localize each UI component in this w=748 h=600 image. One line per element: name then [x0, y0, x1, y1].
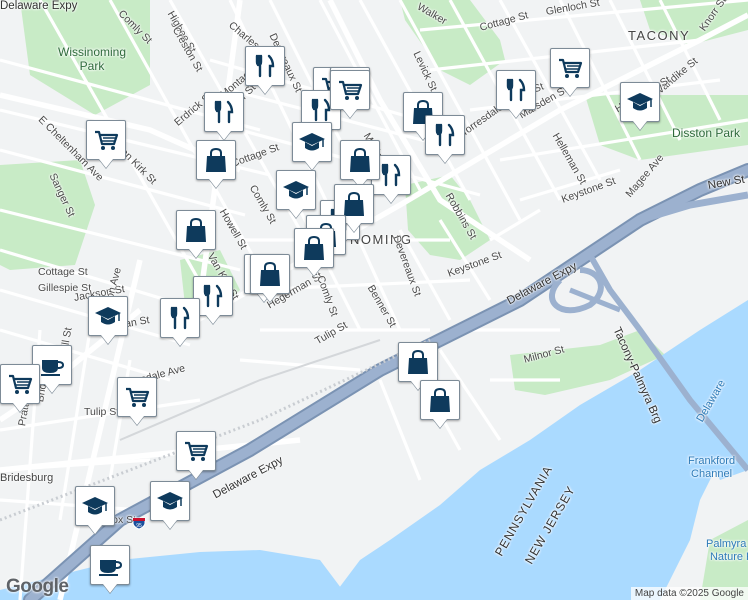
shopping-marker[interactable]: [340, 140, 380, 180]
cafe-marker[interactable]: [90, 545, 130, 585]
shopping-icon: [430, 387, 450, 412]
shopping-icon: [304, 235, 324, 260]
shopping-marker[interactable]: [420, 380, 460, 420]
shopping-icon: [350, 147, 370, 172]
cafe-icon: [99, 560, 123, 576]
school-icon: [95, 307, 121, 325]
grocery-marker[interactable]: [330, 70, 370, 110]
shopping-icon: [344, 191, 364, 216]
shopping-marker[interactable]: [196, 140, 236, 180]
shopping-icon: [186, 217, 206, 242]
school-marker[interactable]: [620, 82, 660, 122]
map-canvas[interactable]: TACONY NOMING Wissinoming Park Disston Park…: [0, 0, 748, 600]
restaurant-icon: [170, 306, 190, 330]
school-icon: [283, 181, 309, 199]
cafe-icon: [41, 360, 65, 376]
restaurant-icon: [203, 284, 223, 308]
grocery-icon: [9, 374, 33, 394]
shopping-marker[interactable]: [176, 210, 216, 250]
grocery-icon: [126, 387, 150, 407]
school-marker[interactable]: [292, 122, 332, 162]
shopping-icon: [206, 147, 226, 172]
grocery-marker[interactable]: [117, 377, 157, 417]
school-icon: [299, 133, 325, 151]
shopping-icon: [260, 261, 280, 286]
restaurant-icon: [381, 163, 401, 187]
grocery-icon: [559, 58, 583, 78]
map-attribution[interactable]: Map data ©2025 Google: [630, 587, 748, 600]
restaurant-marker[interactable]: [245, 46, 285, 86]
school-icon: [82, 497, 108, 515]
school-icon: [627, 93, 653, 111]
restaurant-icon: [435, 123, 455, 147]
shopping-marker[interactable]: [398, 342, 438, 382]
interstate-shield-number: 95: [136, 523, 142, 529]
school-marker[interactable]: [75, 486, 115, 526]
interstate-shield-icon: 95: [132, 517, 146, 530]
school-icon: [157, 492, 183, 510]
grocery-marker[interactable]: [86, 120, 126, 160]
school-marker[interactable]: [150, 481, 190, 521]
google-logo: Google: [6, 576, 69, 597]
grocery-icon: [185, 441, 209, 461]
shopping-marker[interactable]: [294, 228, 334, 268]
grocery-marker[interactable]: [176, 431, 216, 471]
restaurant-marker[interactable]: [496, 70, 536, 110]
grocery-marker[interactable]: [550, 48, 590, 88]
restaurant-marker[interactable]: [425, 115, 465, 155]
shopping-marker[interactable]: [250, 254, 290, 294]
restaurant-marker[interactable]: [160, 298, 200, 338]
shopping-icon: [408, 349, 428, 374]
grocery-icon: [95, 130, 119, 150]
school-marker[interactable]: [276, 170, 316, 210]
school-marker[interactable]: [88, 296, 128, 336]
restaurant-icon: [255, 54, 275, 78]
restaurant-icon: [214, 100, 234, 124]
grocery-marker[interactable]: [0, 364, 40, 404]
grocery-icon: [339, 80, 363, 100]
restaurant-icon: [506, 78, 526, 102]
restaurant-marker[interactable]: [204, 92, 244, 132]
